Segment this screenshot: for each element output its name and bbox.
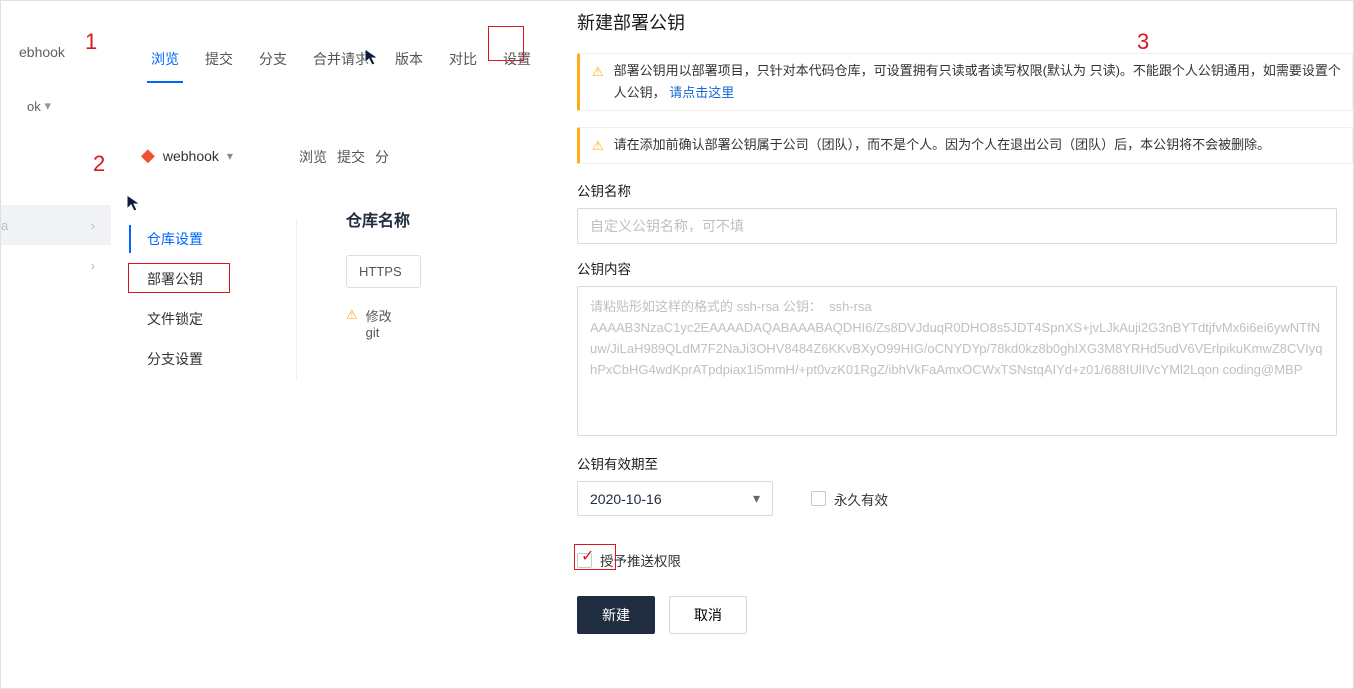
breadcrumb-main[interactable]: ebhook xyxy=(19,44,65,60)
tab2-commits[interactable]: 提交 xyxy=(337,147,365,167)
form-title: 新建部署公钥 xyxy=(577,9,1353,35)
side-item-deploy-keys[interactable]: 部署公钥 xyxy=(129,259,296,299)
input-key-name[interactable] xyxy=(577,208,1337,244)
tab2-branches[interactable]: 分 xyxy=(375,147,389,167)
annotation-2: 2 xyxy=(93,151,105,177)
alert-info-2: ⚠ 请在添加前确认部署公钥属于公司（团队），而不是个人。因为个人在退出公司（团队… xyxy=(577,127,1353,164)
annotation-1: 1 xyxy=(85,29,97,55)
checkbox-push-label: 授予推送权限 xyxy=(600,550,681,570)
tab-merge-requests[interactable]: 合并请求 xyxy=(301,45,381,83)
panel-2-settings-sidebar: ◆ webhook ▾ 浏览 提交 分 a › › 仓库设置 部署公钥 文件锁定… xyxy=(1,119,421,384)
caret-down-icon: ▾ xyxy=(753,490,760,507)
warn-snippet: ⚠ 修改 git xyxy=(346,306,421,340)
cancel-button[interactable]: 取消 xyxy=(669,596,747,634)
deploy-key-form: 新建部署公钥 3 ⚠ 部署公钥用以部署项目，只针对本代码仓库，可设置拥有只读或者… xyxy=(561,1,1353,688)
select-expiry-date[interactable]: 2020-10-16 ▾ xyxy=(577,481,773,516)
label-expiry: 公钥有效期至 xyxy=(577,453,1353,473)
chevron-right-icon: › xyxy=(91,218,95,233)
checkbox-push-permission[interactable]: 授予推送权限 xyxy=(577,550,681,570)
repo-name: webhook xyxy=(163,148,219,164)
label-key-name: 公钥名称 xyxy=(577,180,1353,200)
repo-tabs: 浏览 提交 分 xyxy=(299,147,389,167)
tree-row-2[interactable]: › xyxy=(1,245,111,285)
tree-row-1[interactable]: a › xyxy=(1,205,111,245)
alert2-text: 请在添加前确认部署公钥属于公司（团队），而不是个人。因为个人在退出公司（团队）后… xyxy=(614,134,1271,157)
warning-icon: ⚠ xyxy=(346,307,358,340)
repo-header[interactable]: ◆ webhook ▾ xyxy=(141,145,233,166)
alert1-link[interactable]: 请点击这里 xyxy=(669,85,734,100)
checkbox-box xyxy=(811,491,826,506)
checkbox-box xyxy=(577,553,592,568)
caret-down-icon: ▾ xyxy=(227,149,233,163)
https-selector[interactable]: HTTPS xyxy=(346,255,421,288)
caret-down-icon: ▾ xyxy=(41,98,55,114)
checkbox-forever[interactable]: 永久有效 xyxy=(811,489,888,509)
repo-right-panel: 仓库名称 HTTPS ⚠ 修改 git xyxy=(346,207,421,340)
breadcrumb-text: ebhook xyxy=(19,44,65,60)
git-icon: ◆ xyxy=(141,145,155,166)
left-tree: a › › xyxy=(1,205,111,285)
repo-name-title: 仓库名称 xyxy=(346,207,421,231)
chevron-right-icon: › xyxy=(91,258,95,273)
panel-1-top-nav: ebhook 浏览 提交 分支 合并请求 版本 对比 设置 ok ▾ 1 xyxy=(1,1,561,116)
tab-releases[interactable]: 版本 xyxy=(383,45,435,83)
tab2-browse[interactable]: 浏览 xyxy=(299,147,327,167)
textarea-key-content[interactable] xyxy=(577,286,1337,436)
side-item-file-lock[interactable]: 文件锁定 xyxy=(129,299,296,339)
side-item-branch-settings[interactable]: 分支设置 xyxy=(129,339,296,379)
tab-compare[interactable]: 对比 xyxy=(437,45,489,83)
top-tabs: 浏览 提交 分支 合并请求 版本 对比 设置 xyxy=(139,45,543,83)
checkbox-forever-label: 永久有效 xyxy=(834,489,888,509)
warning-icon: ⚠ xyxy=(592,135,604,157)
tab-branches[interactable]: 分支 xyxy=(247,45,299,83)
annotation-box-settings xyxy=(488,26,524,61)
settings-side-menu: 仓库设置 部署公钥 文件锁定 分支设置 xyxy=(129,219,297,379)
tab-commits[interactable]: 提交 xyxy=(193,45,245,83)
tab-browse[interactable]: 浏览 xyxy=(139,45,191,83)
submit-button[interactable]: 新建 xyxy=(577,596,655,634)
label-key-content: 公钥内容 xyxy=(577,258,1353,278)
expiry-value: 2020-10-16 xyxy=(590,491,662,507)
breadcrumb-secondary[interactable]: ok ▾ xyxy=(27,98,55,114)
alert-info-1: ⚠ 部署公钥用以部署项目，只针对本代码仓库，可设置拥有只读或者读写权限(默认为 … xyxy=(577,53,1353,111)
warning-icon: ⚠ xyxy=(592,61,604,104)
side-item-repo-settings[interactable]: 仓库设置 xyxy=(129,219,296,259)
